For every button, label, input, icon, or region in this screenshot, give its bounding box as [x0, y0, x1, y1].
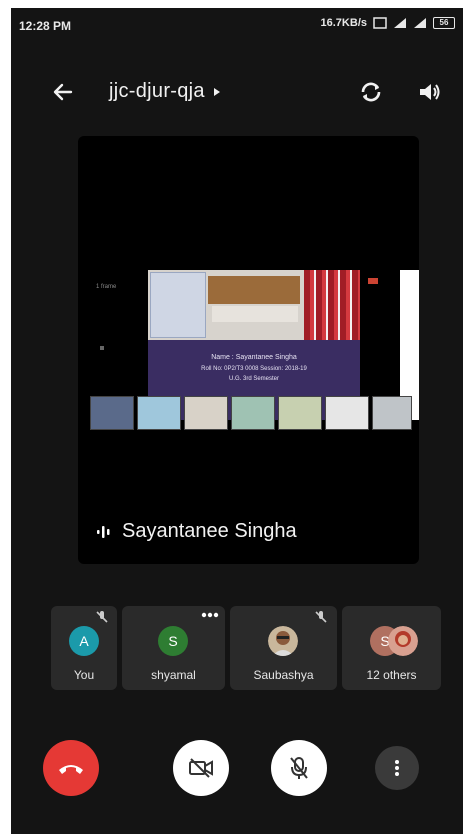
camera-off-icon	[189, 758, 213, 778]
slide-thumbnail	[137, 396, 181, 430]
back-arrow-icon[interactable]	[49, 78, 77, 106]
avatar-initial: S	[168, 633, 178, 649]
shared-screen-mark	[368, 278, 378, 284]
status-time: 12:28 PM	[19, 19, 72, 33]
volte-icon	[373, 17, 387, 29]
meeting-code-button[interactable]: jjc-djur-qja	[109, 80, 221, 103]
shared-screen: 1 frame Name : Sayantanee Singha Roll No…	[78, 260, 419, 434]
signal-icon-2	[414, 18, 426, 28]
participant-name: 12 others	[366, 668, 417, 682]
participant-name: Saubashya	[253, 668, 314, 682]
slide-thumbnail	[325, 396, 369, 430]
hang-up-icon	[59, 765, 83, 774]
profile-photo-avatar	[268, 626, 298, 656]
avatar: A	[69, 626, 99, 656]
profile-photo-avatar	[388, 626, 418, 656]
participant-tile-saubashya[interactable]: Saubashya	[230, 606, 337, 690]
participant-tile-others[interactable]: S 12 others	[342, 606, 441, 690]
participant-strip: A You S shyamal Saubashya S 12 others	[51, 606, 446, 690]
status-bar: 12:28 PM 16.7KB/s 56	[11, 8, 463, 44]
speaker-name: Sayantanee Singha	[122, 520, 297, 542]
caret-right-icon	[213, 87, 220, 96]
battery-icon: 56	[433, 17, 455, 29]
meeting-code: jjc-djur-qja	[109, 80, 205, 102]
slide-thumbnail	[231, 396, 275, 430]
slide-line-2: Roll No: 0P2/T3 0008 Session: 2018-19	[201, 366, 307, 372]
slide-line-3: U.G. 3rd Semester	[228, 376, 279, 382]
avatar-initial: A	[79, 633, 89, 649]
shared-screen-side-label: 1 frame	[96, 284, 117, 290]
participant-tile-shyamal[interactable]: S shyamal	[122, 606, 225, 690]
meet-screen: 12:28 PM 16.7KB/s 56 jjc-djur-qja 1 fram…	[11, 8, 463, 834]
slide-thumbnail	[372, 396, 412, 430]
network-speed: 16.7KB/s	[320, 17, 367, 29]
end-call-button[interactable]	[43, 740, 99, 796]
main-video-tile[interactable]: 1 frame Name : Sayantanee Singha Roll No…	[78, 136, 419, 564]
status-indicators: 16.7KB/s 56	[321, 17, 455, 29]
slide-thumbnail	[90, 396, 134, 430]
mic-muted-icon	[315, 611, 327, 623]
shared-screen-marker	[100, 346, 104, 350]
mic-muted-icon	[96, 611, 108, 623]
participant-name: You	[73, 668, 95, 682]
active-speaker-label: Sayantanee Singha	[96, 520, 297, 543]
slide-header-area	[148, 270, 360, 340]
slide-thumbnail-strip	[90, 396, 414, 430]
slide-thumbnail	[278, 396, 322, 430]
signal-icon	[394, 18, 406, 28]
switch-camera-icon[interactable]	[357, 78, 385, 106]
kebab-menu-icon	[395, 760, 399, 776]
participant-name: shyamal	[151, 668, 196, 682]
participant-tile-you[interactable]: A You	[51, 606, 117, 690]
avatar: S	[158, 626, 188, 656]
slide-subtitle-box	[212, 306, 298, 322]
more-options-icon[interactable]	[201, 612, 219, 618]
more-options-button[interactable]	[375, 746, 419, 790]
slide-curtain-graphic	[304, 270, 360, 340]
speaker-icon[interactable]	[415, 78, 443, 106]
camera-toggle-button[interactable]	[173, 740, 229, 796]
microphone-toggle-button[interactable]	[271, 740, 327, 796]
call-controls	[11, 728, 463, 808]
app-bar: jjc-djur-qja	[11, 66, 463, 116]
slide-line-1: Name : Sayantanee Singha	[211, 354, 297, 361]
slide-thumbnail	[184, 396, 228, 430]
slide-title-box	[208, 276, 300, 304]
slide-graphic	[150, 272, 206, 338]
mic-off-icon	[290, 757, 308, 779]
audio-level-icon	[97, 525, 110, 538]
